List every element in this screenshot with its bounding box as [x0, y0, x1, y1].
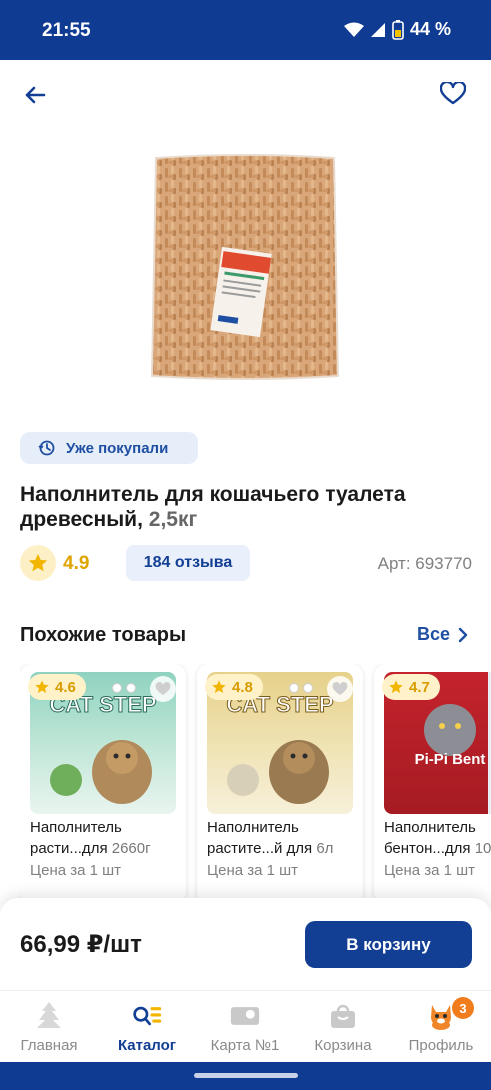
battery-level: 44 % [409, 19, 451, 39]
tab-loyalty-card-label: Карта №1 [210, 1037, 280, 1054]
rating-star-badge [20, 545, 56, 581]
profile-notification-badge: 3 [452, 997, 474, 1019]
tab-cart-label: Корзина [314, 1037, 372, 1054]
heart-icon [440, 82, 466, 105]
bottom-tab-bar: Главная Каталог Карта №1 Корзина 3 Профи… [0, 990, 491, 1062]
basket-icon [328, 1001, 358, 1031]
card-size: 10 [474, 840, 491, 857]
card-price-note: Цена за 1 шт [207, 862, 299, 879]
system-nav-bar [0, 1062, 491, 1090]
product-card[interactable]: CAT STEP 4.6 Наполнитель расти...для 266… [20, 664, 186, 904]
see-all-link[interactable]: Все [417, 624, 468, 645]
already-bought-label: Уже покупали [66, 439, 169, 457]
star-icon [212, 680, 226, 693]
home-indicator[interactable] [194, 1073, 298, 1078]
product-title: Наполнитель для кошачьего туалета древес… [20, 482, 470, 532]
status-time: 21:55 [42, 20, 91, 41]
card-name-line1: Наполнитель [384, 819, 476, 836]
similar-products-carousel[interactable]: CAT STEP 4.6 Наполнитель расти...для 266… [20, 664, 491, 904]
rating-value: 4.9 [63, 553, 90, 574]
product-weight: 2,5кг [148, 508, 198, 531]
catalog-search-icon [132, 1001, 162, 1031]
card-rating-badge: 4.6 [28, 674, 86, 700]
tab-home-label: Главная [20, 1037, 78, 1054]
card-rating-value: 4.7 [409, 678, 430, 696]
card-name-line2: бентон...для [384, 840, 471, 857]
chevron-right-icon [458, 627, 468, 642]
product-card[interactable]: CAT STEP 4.8 Наполнитель растите...й для… [197, 664, 363, 904]
back-button[interactable] [20, 80, 50, 110]
status-bar: 21:55 44 % [0, 0, 491, 60]
rating-row: 4.9 184 отзыва Арт: 693770 [20, 545, 472, 581]
top-bar [0, 60, 491, 130]
card-favorite-button[interactable] [327, 676, 353, 702]
similar-products-header: Похожие товары Все [20, 622, 468, 652]
star-icon [35, 680, 49, 693]
card-rating-value: 4.6 [55, 678, 76, 696]
battery-icon [392, 19, 404, 40]
tab-profile[interactable]: 3 Профиль [392, 991, 490, 1063]
tab-profile-label: Профиль [408, 1037, 474, 1054]
card-name-line1: Наполнитель [207, 819, 299, 836]
card-name-line2: расти...для [30, 840, 108, 857]
history-icon [38, 440, 55, 456]
product-name: Наполнитель для кошачьего туалета древес… [20, 483, 406, 531]
product-card[interactable]: Pi-Pi Bent 4.7 Наполнитель бентон...для … [374, 664, 491, 904]
card-price-note: Цена за 1 шт [384, 862, 476, 879]
favorite-button[interactable] [437, 78, 469, 110]
buy-bar: 66,99 ₽/шт В корзину [0, 898, 491, 990]
already-bought-badge: Уже покупали [20, 432, 198, 464]
card-size: 6л [316, 840, 334, 857]
card-name-line2: растите...й для [207, 840, 313, 857]
status-icons: 44 % [343, 19, 451, 40]
tab-loyalty-card[interactable]: Карта №1 [196, 991, 294, 1063]
card-price-note: Цена за 1 шт [30, 862, 122, 879]
card-product-name[interactable]: Наполнитель растите...й для 6л [207, 817, 359, 859]
card-rating-badge: 4.7 [382, 674, 440, 700]
card-product-name[interactable]: Наполнитель расти...для 2660г [30, 817, 182, 859]
add-to-cart-button[interactable]: В корзину [305, 921, 472, 968]
card-favorite-button[interactable] [150, 676, 176, 702]
wifi-icon [343, 22, 364, 37]
star-icon [389, 680, 403, 693]
heart-icon [155, 681, 171, 695]
card-size: 2660г [111, 840, 151, 857]
card-product-name[interactable]: Наполнитель бентон...для 10 [384, 817, 491, 859]
card-brand-text: Pi-Pi Bent [415, 751, 486, 768]
image-pager-dots [112, 683, 136, 693]
product-package-image [150, 154, 340, 380]
tab-home[interactable]: Главная [0, 991, 98, 1063]
article-number: Арт: 693770 [377, 554, 472, 573]
tab-cart[interactable]: Корзина [294, 991, 392, 1063]
product-image[interactable] [150, 152, 340, 382]
image-pager-dots [289, 683, 313, 693]
arrow-left-icon [25, 86, 46, 104]
loyalty-card-icon [230, 1001, 260, 1031]
heart-icon [332, 681, 348, 695]
card-name-line1: Наполнитель [30, 819, 122, 836]
tab-catalog[interactable]: Каталог [98, 991, 196, 1063]
tab-catalog-label: Каталог [117, 1037, 177, 1054]
star-icon [28, 553, 48, 572]
similar-products-title: Похожие товары [20, 624, 187, 646]
product-price: 66,99 ₽/шт [20, 931, 142, 958]
see-all-label: Все [416, 624, 450, 644]
tree-icon [34, 1001, 64, 1031]
card-rating-value: 4.8 [232, 678, 253, 696]
card-rating-badge: 4.8 [205, 674, 263, 700]
signal-icon [370, 22, 385, 37]
reviews-button[interactable]: 184 отзыва [126, 545, 250, 581]
